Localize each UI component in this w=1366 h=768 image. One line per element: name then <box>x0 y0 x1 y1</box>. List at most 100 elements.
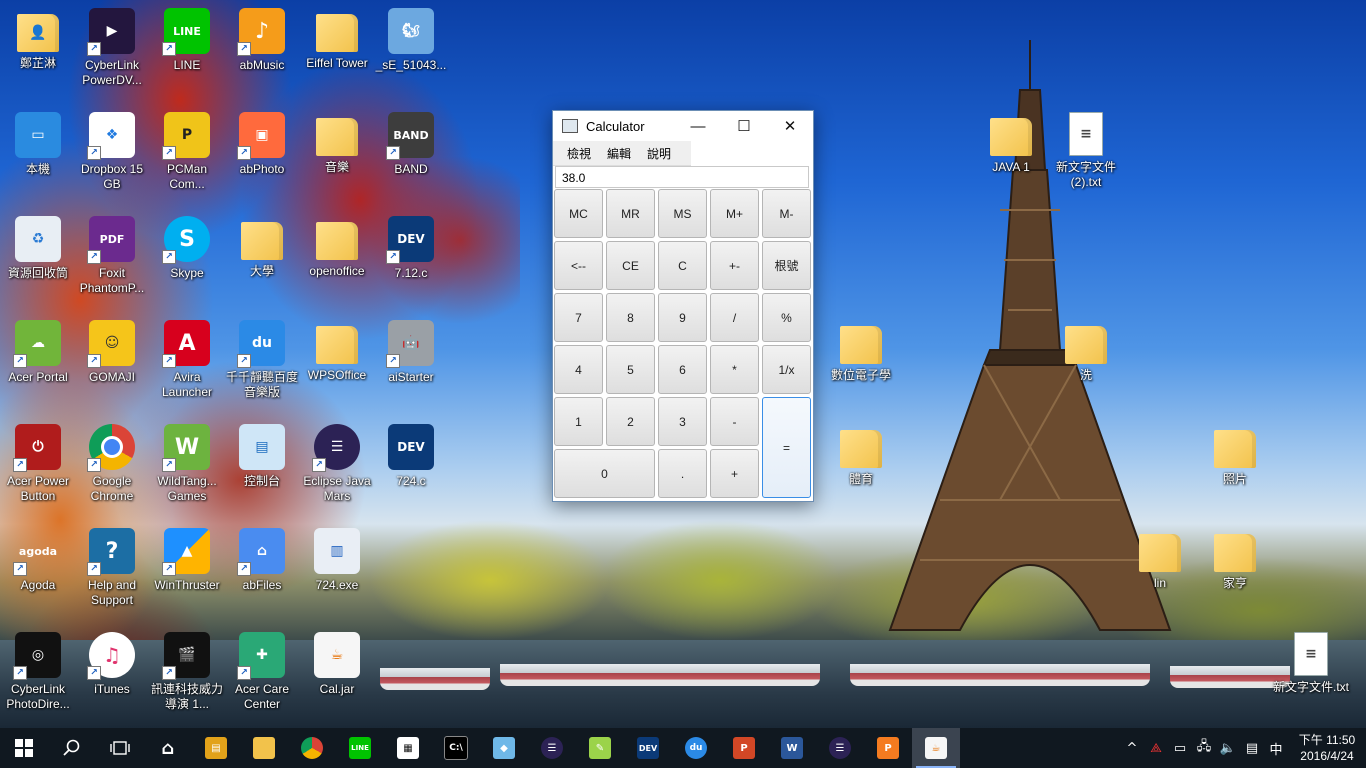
title-bar[interactable]: Calculator — ☐ ✕ <box>553 111 813 141</box>
desktop-icon-7-12-c[interactable]: DEV ↗ 7.12.c <box>373 216 449 281</box>
key-multiply[interactable]: * <box>710 345 759 394</box>
battery-icon[interactable]: ▭ <box>1168 741 1192 756</box>
taskbar-file-explorer[interactable] <box>240 728 288 768</box>
clock[interactable]: 下午 11:50 2016/4/24 <box>1288 732 1366 764</box>
desktop-icon-abmusic[interactable]: ♪ ↗ abMusic <box>224 8 300 73</box>
desktop-icon-new-text-2[interactable]: ≡ 新文字文件 (2).txt <box>1048 112 1124 190</box>
desktop-icon-sports-folder[interactable]: 體育 <box>823 424 899 487</box>
desktop-icon-this-pc[interactable]: ▭ 本機 <box>0 112 76 177</box>
key-decimal[interactable]: . <box>658 449 707 498</box>
desktop-icon-new-text[interactable]: ≡ 新文字文件.txt <box>1273 632 1349 695</box>
desktop-icon-dropbox[interactable]: ❖ ↗ Dropbox 15 GB <box>74 112 150 192</box>
desktop-icon-wildtangent-games[interactable]: W ↗ WildTang... Games <box>149 424 225 504</box>
desktop-icon-lin-folder[interactable]: lin <box>1122 528 1198 591</box>
desktop-icon-jiaheng-folder[interactable]: 家亨 <box>1197 528 1273 591</box>
key-4[interactable]: 4 <box>554 345 603 394</box>
desktop-icon-baidu-music[interactable]: du ↗ 千千靜聽百度音樂版 <box>224 320 300 400</box>
desktop-icon-powerdirector[interactable]: 🎬 ↗ 訊連科技威力導演 1... <box>149 632 225 712</box>
network-icon[interactable]: 🖧 <box>1192 737 1216 759</box>
menu-help[interactable]: 說明 <box>639 145 679 162</box>
desktop-icon-cyberlink-photodirector[interactable]: ◎ ↗ CyberLink PhotoDire... <box>0 632 76 712</box>
taskbar-app-glass[interactable]: ◆ <box>480 728 528 768</box>
taskbar-calculator[interactable]: ▦ <box>384 728 432 768</box>
key-percent[interactable]: % <box>762 293 811 342</box>
desktop-icon-abphoto[interactable]: ▣ ↗ abPhoto <box>224 112 300 177</box>
taskbar-command-prompt[interactable]: C:\ <box>432 728 480 768</box>
desktop-icon-cyberlink-powerdvd[interactable]: ▶ ↗ CyberLink PowerDV... <box>74 8 150 88</box>
desktop-icon-eclipse[interactable]: ☰ ↗ Eclipse Java Mars <box>299 424 375 504</box>
key-9[interactable]: 9 <box>658 293 707 342</box>
desktop-icon-724-exe[interactable]: ▥ 724.exe <box>299 528 375 593</box>
key-m-minus[interactable]: M- <box>762 189 811 238</box>
desktop-icon-java1-folder[interactable]: JAVA 1 <box>973 112 1049 175</box>
desktop-icon-acer-portal[interactable]: ☁ ↗ Acer Portal <box>0 320 76 385</box>
desktop-icon-agoda[interactable]: agoda ↗ Agoda <box>0 528 76 593</box>
key-ce[interactable]: CE <box>606 241 655 290</box>
key-subtract[interactable]: - <box>710 397 759 446</box>
key-7[interactable]: 7 <box>554 293 603 342</box>
desktop-icon-pcman[interactable]: P ↗ PCMan Com... <box>149 112 225 192</box>
key-add[interactable]: + <box>710 449 759 498</box>
taskbar-powerpoint[interactable]: P <box>720 728 768 768</box>
volume-icon[interactable]: 🔈 <box>1216 741 1240 756</box>
taskbar-app-notes[interactable]: ▤ <box>192 728 240 768</box>
acrobat-icon[interactable]: ⟁ <box>1144 741 1168 756</box>
key-divide[interactable]: / <box>710 293 759 342</box>
key-m-plus[interactable]: M+ <box>710 189 759 238</box>
search-button[interactable] <box>48 728 96 768</box>
desktop-icon-university-folder[interactable]: 大學 <box>224 216 300 279</box>
close-button[interactable]: ✕ <box>767 111 813 141</box>
desktop-icon-band[interactable]: BAND ↗ BAND <box>373 112 449 177</box>
calculator-display[interactable]: 38.0 <box>555 166 809 188</box>
key-mc[interactable]: MC <box>554 189 603 238</box>
menu-edit[interactable]: 編輯 <box>599 145 639 162</box>
key-6[interactable]: 6 <box>658 345 707 394</box>
chevron-up-icon[interactable]: ^ <box>1120 741 1144 756</box>
taskbar-eclipse-2[interactable]: ☰ <box>816 728 864 768</box>
taskbar-notepad-plus[interactable]: ✎ <box>576 728 624 768</box>
key-2[interactable]: 2 <box>606 397 655 446</box>
task-view-button[interactable] <box>96 728 144 768</box>
key-0[interactable]: 0 <box>554 449 655 498</box>
desktop-icon-skype[interactable]: S ↗ Skype <box>149 216 225 281</box>
taskbar-home[interactable]: ⌂ <box>144 728 192 768</box>
key-1[interactable]: 1 <box>554 397 603 446</box>
desktop-icon-line[interactable]: LINE ↗ LINE <box>149 8 225 73</box>
key-equals[interactable]: = <box>762 397 811 498</box>
desktop-icon-aistarter[interactable]: 🤖 ↗ aiStarter <box>373 320 449 385</box>
ime-indicator[interactable]: 中 <box>1264 739 1288 758</box>
key-3[interactable]: 3 <box>658 397 707 446</box>
desktop-icon-recycle-bin[interactable]: ♻ 資源回收筒 <box>0 216 76 281</box>
key-8[interactable]: 8 <box>606 293 655 342</box>
desktop-icon-openoffice-folder[interactable]: openoffice <box>299 216 375 279</box>
desktop-icon-user-folder[interactable]: 👤 鄭芷淋 <box>0 8 76 71</box>
desktop-icon-music-folder[interactable]: 音樂 <box>299 112 375 175</box>
desktop-icon-cal-jar[interactable]: ☕ Cal.jar <box>299 632 375 697</box>
desktop-icon-winthruster[interactable]: ▲ ↗ WinThruster <box>149 528 225 593</box>
maximize-button[interactable]: ☐ <box>721 111 767 141</box>
key-sqrt[interactable]: 根號 <box>762 241 811 290</box>
desktop-icon-acer-power-button[interactable]: ⏻ ↗ Acer Power Button <box>0 424 76 504</box>
taskbar-java-calculator[interactable]: ☕ <box>912 728 960 768</box>
start-button[interactable] <box>0 728 48 768</box>
desktop-icon-acer-care-center[interactable]: ✚ ↗ Acer Care Center <box>224 632 300 712</box>
desktop-icon-avira-launcher[interactable]: A ↗ Avira Launcher <box>149 320 225 400</box>
key-backspace[interactable]: <-- <box>554 241 603 290</box>
desktop-icon-gomaji[interactable]: ☺ ↗ GOMAJI <box>74 320 150 385</box>
desktop-icon-control-panel[interactable]: ▤ 控制台 <box>224 424 300 489</box>
key-c[interactable]: C <box>658 241 707 290</box>
taskbar-baidu-music[interactable]: du <box>672 728 720 768</box>
taskbar-eclipse[interactable]: ☰ <box>528 728 576 768</box>
key-5[interactable]: 5 <box>606 345 655 394</box>
action-center-icon[interactable]: ▤ <box>1240 741 1264 756</box>
desktop-icon-abfiles[interactable]: ⌂ ↗ abFiles <box>224 528 300 593</box>
desktop-icon-google-chrome[interactable]: ↗ Google Chrome <box>74 424 150 504</box>
desktop-icon-help-and-support[interactable]: ? ↗ Help and Support <box>74 528 150 608</box>
desktop-icon-digital-electronics-folder[interactable]: 數位電子學 <box>823 320 899 383</box>
taskbar-dev-cpp[interactable]: DEV <box>624 728 672 768</box>
desktop-icon-photos-folder[interactable]: 照片 <box>1197 424 1273 487</box>
desktop-icon-itunes[interactable]: ♫ ↗ iTunes <box>74 632 150 697</box>
key-ms[interactable]: MS <box>658 189 707 238</box>
taskbar-word[interactable]: W <box>768 728 816 768</box>
taskbar-chrome[interactable] <box>288 728 336 768</box>
